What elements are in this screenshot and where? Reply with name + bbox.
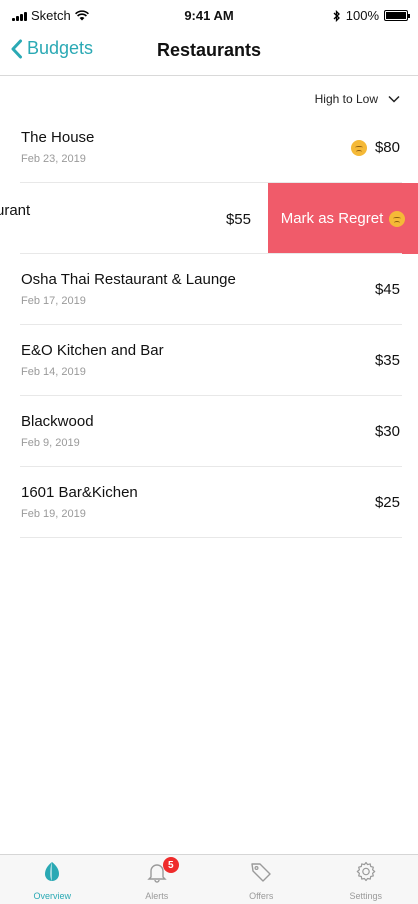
transaction-amount-group: $45: [375, 281, 400, 298]
mark-as-regret-button[interactable]: Mark as Regret: [268, 183, 418, 254]
page-title: Restaurants: [156, 40, 262, 60]
transaction-date: Feb 9, 2019: [21, 437, 80, 449]
tab-bar: Overview 5 Alerts Offers Settings: [0, 854, 418, 904]
overview-icon: [45, 862, 60, 881]
transaction-date: Feb 14, 2019: [21, 366, 86, 378]
merchant-name: E&O Kitchen and Bar: [21, 342, 164, 359]
transaction-date: Feb 23, 2019: [21, 153, 86, 165]
mark-as-regret-label: Mark as Regret: [280, 210, 384, 227]
tab-label: Settings: [349, 891, 383, 901]
tag-icon: [251, 863, 271, 882]
transaction-list: The House Feb 23, 2019 $80 urant $55 Mar…: [0, 112, 418, 538]
battery-percent: 100%: [345, 8, 379, 23]
transaction-amount: $25: [374, 494, 400, 511]
tab-overview[interactable]: Overview: [0, 855, 105, 904]
regret-emoji-icon: [350, 139, 367, 156]
transaction-amount-group: $55: [226, 211, 251, 228]
alerts-badge: 5: [162, 857, 179, 873]
bluetooth-icon: [333, 9, 340, 22]
transaction-amount: $80: [374, 139, 400, 156]
transaction-date: Feb 17, 2019: [21, 295, 86, 307]
merchant-name: Osha Thai Restaurant & Launge: [21, 271, 236, 288]
transaction-row[interactable]: Osha Thai Restaurant & Launge Feb 17, 20…: [0, 254, 418, 325]
battery-icon: [384, 10, 410, 21]
tab-label: Overview: [33, 891, 71, 901]
sort-dropdown[interactable]: High to Low: [315, 92, 400, 106]
merchant-name: 1601 Bar&Kichen: [21, 484, 138, 501]
merchant-name: Blackwood: [21, 413, 94, 430]
sort-label: High to Low: [314, 92, 378, 106]
transaction-amount-group: $35: [375, 352, 400, 369]
transaction-amount: $35: [374, 352, 400, 369]
transaction-row[interactable]: Blackwood Feb 9, 2019 $30: [0, 396, 418, 467]
nav-bar: Budgets Restaurants: [0, 34, 418, 76]
tab-offers[interactable]: Offers: [209, 855, 314, 904]
tab-alerts[interactable]: 5 Alerts: [105, 855, 210, 904]
transaction-row[interactable]: E&O Kitchen and Bar Feb 14, 2019 $35: [0, 325, 418, 396]
transaction-amount: $45: [374, 281, 400, 298]
status-right: 100%: [333, 8, 410, 23]
transaction-amount-group: $30: [375, 423, 400, 440]
transaction-row-swiped[interactable]: urant $55 Mark as Regret: [0, 183, 418, 254]
transaction-amount-group: $25: [375, 494, 400, 511]
tab-label: Offers: [249, 891, 274, 901]
transaction-amount: $30: [374, 423, 400, 440]
transaction-row[interactable]: The House Feb 23, 2019 $80: [0, 112, 418, 183]
transaction-amount-group: $80: [350, 139, 400, 156]
transaction-date: Feb 19, 2019: [21, 508, 86, 520]
status-bar: Sketch 9:41 AM 100%: [0, 0, 418, 34]
transaction-amount: $55: [225, 211, 251, 228]
tab-label: Alerts: [145, 891, 169, 901]
tab-settings[interactable]: Settings: [314, 855, 418, 904]
merchant-name: urant: [0, 202, 31, 219]
merchant-name: The House: [21, 129, 95, 146]
gear-icon: [356, 861, 376, 882]
transaction-row[interactable]: 1601 Bar&Kichen Feb 19, 2019 $25: [0, 467, 418, 538]
regret-emoji-icon: [389, 210, 406, 227]
chevron-down-icon: [388, 95, 400, 103]
